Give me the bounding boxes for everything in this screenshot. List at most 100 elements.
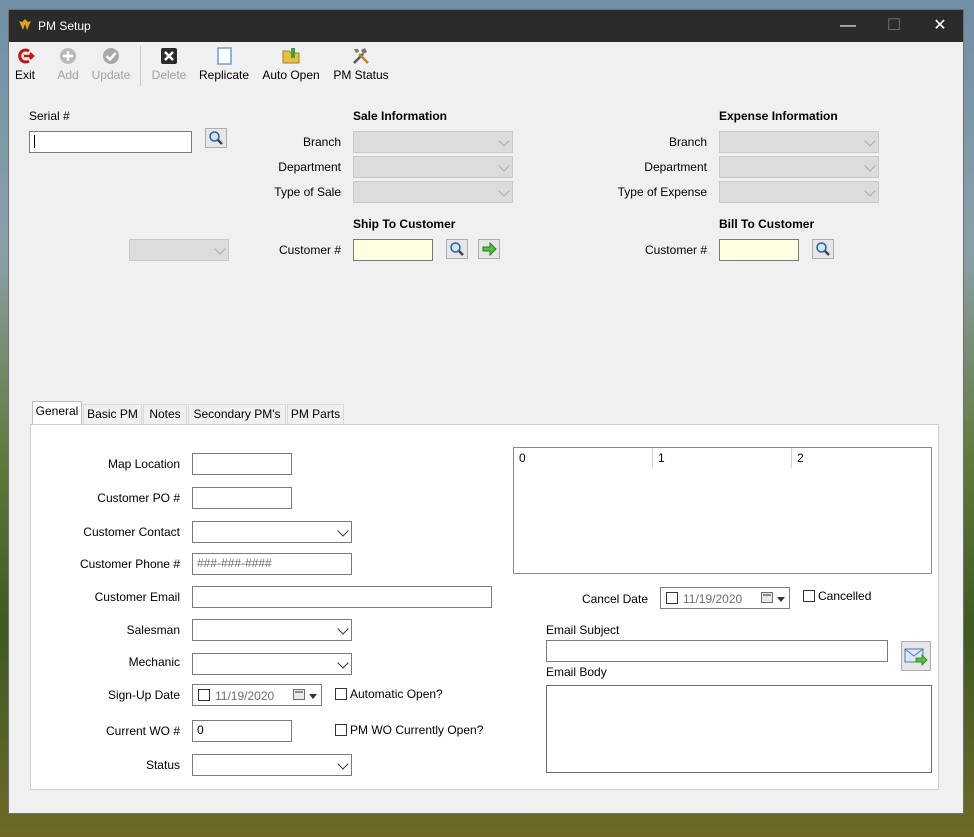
dropdown-arrow-icon[interactable]: [777, 597, 785, 602]
chevron-down-icon: [864, 185, 876, 197]
pm-setup-window: PM Setup — ☐ ✕ Exit Add Update Delete Re…: [9, 10, 963, 813]
customer-email-input[interactable]: [192, 586, 492, 608]
email-body-label: Email Body: [546, 665, 607, 679]
tab-notes[interactable]: Notes: [143, 404, 187, 424]
folder-auto-icon: [282, 48, 300, 64]
customer-po-input[interactable]: [192, 487, 292, 509]
signup-date-checkbox[interactable]: [198, 689, 210, 701]
toolbar-separator: [140, 46, 141, 86]
bill-customer-input[interactable]: [719, 239, 799, 261]
expense-type-select[interactable]: [719, 181, 879, 203]
tab-basic-pm[interactable]: Basic PM: [83, 404, 142, 424]
delete-button[interactable]: Delete: [151, 46, 187, 88]
tools-icon: [353, 48, 369, 64]
expense-department-select[interactable]: [719, 156, 879, 178]
automatic-open-checkbox[interactable]: [335, 688, 347, 700]
cancel-date-checkbox[interactable]: [666, 592, 678, 604]
close-button[interactable]: ✕: [917, 10, 963, 42]
calendar-icon[interactable]: [293, 689, 305, 700]
sale-type-label: Type of Sale: [274, 185, 341, 199]
expense-info-heading: Expense Information: [719, 109, 838, 123]
pm-status-label: PM Status: [333, 68, 389, 82]
replicate-label: Replicate: [199, 68, 250, 82]
chevron-down-icon: [337, 623, 349, 635]
dropdown-arrow-icon[interactable]: [309, 694, 317, 699]
sale-type-select[interactable]: [353, 181, 513, 203]
customer-contact-label: Customer Contact: [83, 525, 180, 539]
update-button[interactable]: Update: [91, 46, 131, 88]
ship-to-select[interactable]: [129, 239, 229, 261]
tab-general[interactable]: General: [32, 401, 82, 424]
salesman-select[interactable]: [192, 619, 352, 641]
ship-customer-input[interactable]: [353, 239, 433, 261]
replicate-button[interactable]: Replicate: [199, 46, 249, 88]
email-subject-input[interactable]: [546, 640, 888, 662]
sale-branch-select[interactable]: [353, 131, 513, 153]
calendar-icon[interactable]: [761, 592, 773, 603]
mechanic-select[interactable]: [192, 653, 352, 675]
signup-date-label: Sign-Up Date: [107, 688, 180, 702]
delete-label: Delete: [151, 68, 187, 82]
chevron-down-icon: [498, 185, 510, 197]
current-wo-input[interactable]: 0: [192, 720, 292, 742]
expense-type-label: Type of Expense: [617, 185, 707, 199]
status-label: Status: [145, 758, 180, 772]
exit-arrow-icon: [18, 48, 35, 64]
email-body-textarea[interactable]: [546, 685, 932, 773]
plus-circle-icon: [60, 48, 76, 64]
update-label: Update: [91, 68, 131, 82]
current-wo-label: Current WO #: [105, 724, 180, 738]
send-email-button[interactable]: [901, 641, 931, 671]
text-cursor: [34, 135, 35, 148]
tab-pm-parts[interactable]: PM Parts: [287, 404, 344, 424]
cancel-date-label: Cancel Date: [581, 592, 648, 606]
exit-button[interactable]: Exit: [14, 46, 36, 88]
minimize-button[interactable]: —: [825, 10, 871, 42]
magnifier-icon: [209, 131, 223, 145]
chevron-down-icon: [498, 160, 510, 172]
chevron-down-icon: [337, 525, 349, 537]
signup-date-picker[interactable]: 11/19/2020: [192, 684, 322, 706]
chevron-down-icon: [498, 135, 510, 147]
pm-status-button[interactable]: PM Status: [332, 46, 390, 88]
auto-open-button[interactable]: Auto Open: [261, 46, 321, 88]
ship-customer-go-button[interactable]: [478, 239, 500, 259]
sale-department-select[interactable]: [353, 156, 513, 178]
customer-phone-input[interactable]: ###-###-####: [192, 553, 352, 575]
auto-open-label: Auto Open: [262, 68, 320, 82]
title-bar: PM Setup — ☐ ✕: [9, 10, 963, 42]
bill-customer-lookup-button[interactable]: [812, 239, 834, 259]
check-circle-icon: [103, 48, 119, 64]
maximize-button[interactable]: ☐: [871, 10, 917, 42]
tab-secondary-pms[interactable]: Secondary PM's: [188, 404, 286, 424]
serial-lookup-button[interactable]: [205, 128, 227, 148]
pm-wo-open-label: PM WO Currently Open?: [350, 723, 484, 737]
status-select[interactable]: [192, 754, 352, 776]
cancelled-checkbox[interactable]: [803, 590, 815, 602]
bill-customer-label: Customer #: [644, 243, 707, 257]
document-icon: [217, 47, 232, 65]
signup-date-value: 11/19/2020: [215, 689, 275, 703]
chevron-down-icon: [864, 135, 876, 147]
magnifier-icon: [816, 242, 830, 256]
customer-contact-select[interactable]: [192, 521, 352, 543]
add-label: Add: [57, 68, 79, 82]
pm-grid[interactable]: 0 1 2: [513, 447, 932, 574]
bill-to-heading: Bill To Customer: [719, 217, 815, 231]
expense-branch-select[interactable]: [719, 131, 879, 153]
map-location-input[interactable]: [192, 453, 292, 475]
add-button[interactable]: Add: [55, 46, 81, 88]
chevron-down-icon: [337, 758, 349, 770]
general-tab-panel: Map Location Customer PO # Customer Cont…: [30, 424, 939, 790]
serial-input[interactable]: [29, 131, 192, 153]
cancel-date-picker[interactable]: 11/19/2020: [660, 587, 790, 609]
ship-customer-lookup-button[interactable]: [446, 239, 468, 259]
expense-branch-label: Branch: [668, 135, 707, 149]
grid-column-header[interactable]: 2: [792, 448, 931, 468]
green-arrow-icon: [482, 241, 497, 257]
grid-column-header[interactable]: 0: [514, 448, 653, 468]
pm-wo-open-checkbox[interactable]: [335, 724, 347, 736]
grid-column-header[interactable]: 1: [653, 448, 792, 468]
delete-x-icon: [161, 48, 177, 64]
cancelled-label: Cancelled: [818, 589, 872, 603]
